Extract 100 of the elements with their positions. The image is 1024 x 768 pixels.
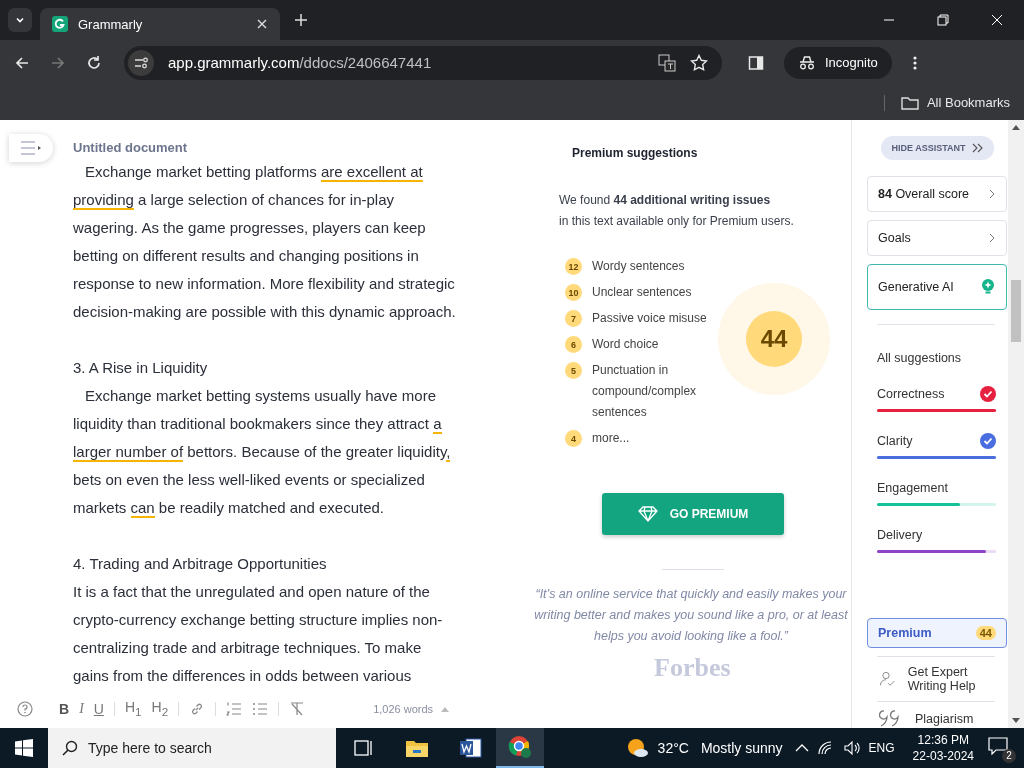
restore-icon[interactable] (937, 14, 949, 26)
browser-tab[interactable]: Grammarly (40, 8, 280, 40)
menu-icon (20, 140, 42, 155)
windows-start-icon[interactable] (15, 739, 33, 757)
total-count: 44 (746, 310, 802, 367)
forward-icon[interactable] (50, 54, 66, 71)
premium-button[interactable]: Premium 44 (867, 618, 1007, 648)
sun-cloud-icon[interactable] (625, 738, 650, 758)
side-panel-icon[interactable] (748, 54, 764, 71)
text-line: centralizing trade and arbitrage techniques. To make (73, 637, 423, 658)
reload-icon[interactable] (86, 54, 102, 71)
scrollbar[interactable] (1008, 120, 1024, 728)
browser-taskbar-button[interactable] (496, 728, 544, 768)
count-badge: 10 (565, 284, 582, 301)
back-icon[interactable] (14, 54, 30, 71)
tab-search-button[interactable] (8, 8, 32, 32)
text-line: Exchange market betting platforms are excellent at (84, 161, 424, 184)
panel-heading: Premium suggestions (572, 146, 698, 160)
language-indicator[interactable]: ENG (868, 741, 895, 755)
count-badge: 5 (565, 362, 582, 379)
count-badge: 7 (565, 310, 582, 327)
category-label[interactable]: Engagement (877, 481, 948, 495)
star-icon[interactable] (690, 53, 708, 72)
underline-button[interactable]: U (93, 700, 104, 717)
incognito-icon (798, 55, 816, 70)
plagiarism-link[interactable]: Plagiarism (879, 710, 999, 728)
volume-icon[interactable] (842, 740, 861, 756)
forbes-logo: Forbes (654, 653, 731, 683)
incognito-button[interactable]: Incognito (784, 46, 892, 79)
text-line: decision-making are possible with this dynamic approach. (73, 301, 457, 322)
text-line: Exchange market betting systems usually have more (84, 385, 437, 406)
category-label[interactable]: Clarity (877, 434, 913, 448)
lightbulb-icon (980, 278, 996, 296)
category-label[interactable]: Delivery (877, 528, 923, 542)
weather-status: Mostly sunny (700, 740, 783, 756)
word-document-icon[interactable] (460, 738, 482, 758)
count-badge: 4 (565, 430, 582, 447)
address-bar[interactable]: app.grammarly.com/ddocs/2406647441 (124, 45, 722, 80)
intro-text: We found 44 additional writing issues (559, 192, 772, 209)
double-chevron-icon (971, 143, 984, 153)
translate-icon[interactable] (658, 53, 676, 72)
new-tab-icon[interactable] (294, 13, 308, 27)
folder-icon (900, 95, 919, 110)
quote-text: “It’s an online service that quickly and easily makes your writing better and makes you sound like a pro, or at least helps you avoid looking like a fool.” (533, 586, 849, 645)
italic-button[interactable]: I (79, 700, 84, 717)
text-line: response to new information. More flexibility and strategic (73, 273, 456, 294)
text-line: betting on different results and changing positions in (73, 245, 420, 266)
issue-label: more... (592, 430, 630, 447)
category-label[interactable]: Correctness (877, 387, 945, 401)
count-badge: 12 (565, 258, 582, 275)
count-badge: 6 (565, 336, 582, 353)
goals-card[interactable]: Goals (867, 220, 1007, 256)
chevron-right-icon (988, 232, 996, 244)
all-bookmarks-button[interactable]: All Bookmarks (900, 95, 1010, 110)
intro-text: in this text available only for Premium users. (559, 213, 794, 230)
all-suggestions-link[interactable]: All suggestions (877, 351, 1008, 365)
folder-icon[interactable] (406, 739, 428, 757)
text-line: liquidity than traditional bookmakers since they attract a (73, 413, 443, 436)
tab-title: Grammarly (78, 16, 144, 32)
chevron-right-icon (988, 188, 996, 200)
bold-button[interactable]: B (59, 700, 70, 717)
score-label: 84 Overall score (878, 187, 969, 201)
issue-label: Wordy sentences (592, 258, 685, 275)
text-line: providing a large selection of chances for in-play (73, 189, 396, 212)
diamond-icon (637, 506, 658, 522)
close-icon[interactable] (256, 18, 268, 30)
help-icon[interactable] (17, 700, 33, 717)
issue-label: Unclear sentences (592, 284, 692, 301)
heading-button[interactable]: H$_{2}$ (151, 699, 169, 719)
text-line: larger number of bettors. Because of the greater liquidity, (73, 441, 452, 464)
hide-assistant-button[interactable]: HIDE ASSISTANT (881, 136, 994, 160)
text-line: markets can be readily matched and executed. (73, 497, 386, 520)
chat-bubble-icon (988, 737, 1008, 755)
text-line: crypto-currency exchange betting structure implies non- (73, 609, 444, 630)
text-line: wagering. As the game progresses, players can keep (73, 217, 427, 238)
text-line: gains from the differences in odds between various (73, 665, 413, 686)
expert-help-link[interactable]: Get Expert Writing Help (879, 665, 999, 693)
more-menu-icon[interactable] (911, 54, 918, 71)
scrollbar-thumb[interactable] (1011, 280, 1021, 342)
text-line: bets on even the less well-liked events or specialized (73, 469, 426, 490)
scroll-up-icon[interactable] (1012, 124, 1020, 130)
text-line: 4. Trading and Arbitrage Opportunities (73, 553, 328, 574)
overall-score-card[interactable]: 84 Overall score (867, 176, 1007, 212)
site-settings-icon[interactable] (128, 49, 154, 76)
scroll-down-icon[interactable] (1012, 718, 1020, 724)
clear-format-icon[interactable] (289, 700, 306, 717)
g-logo-icon (52, 16, 68, 32)
task-view-icon[interactable] (354, 739, 374, 757)
temperature: 32°C (657, 740, 689, 756)
text-line: It is a fact that the unregulated and open nature of the (73, 581, 431, 602)
text-line: 3. A Rise in Liquidity (73, 357, 209, 378)
clock[interactable]: 12:36 PM 22-03-2024 (912, 732, 974, 764)
heading-button[interactable]: H$_{1}$ (124, 699, 142, 719)
search-icon (62, 740, 78, 756)
document-title: Untitled document (73, 140, 188, 156)
issue-label: Passive voice misuse (592, 310, 707, 327)
generative-ai-card[interactable]: Generative AI (867, 264, 1007, 310)
chevron-up-icon[interactable] (794, 743, 809, 753)
taskbar-search-field[interactable]: Type here to search (48, 728, 336, 768)
count-badge: 44 (975, 626, 996, 640)
